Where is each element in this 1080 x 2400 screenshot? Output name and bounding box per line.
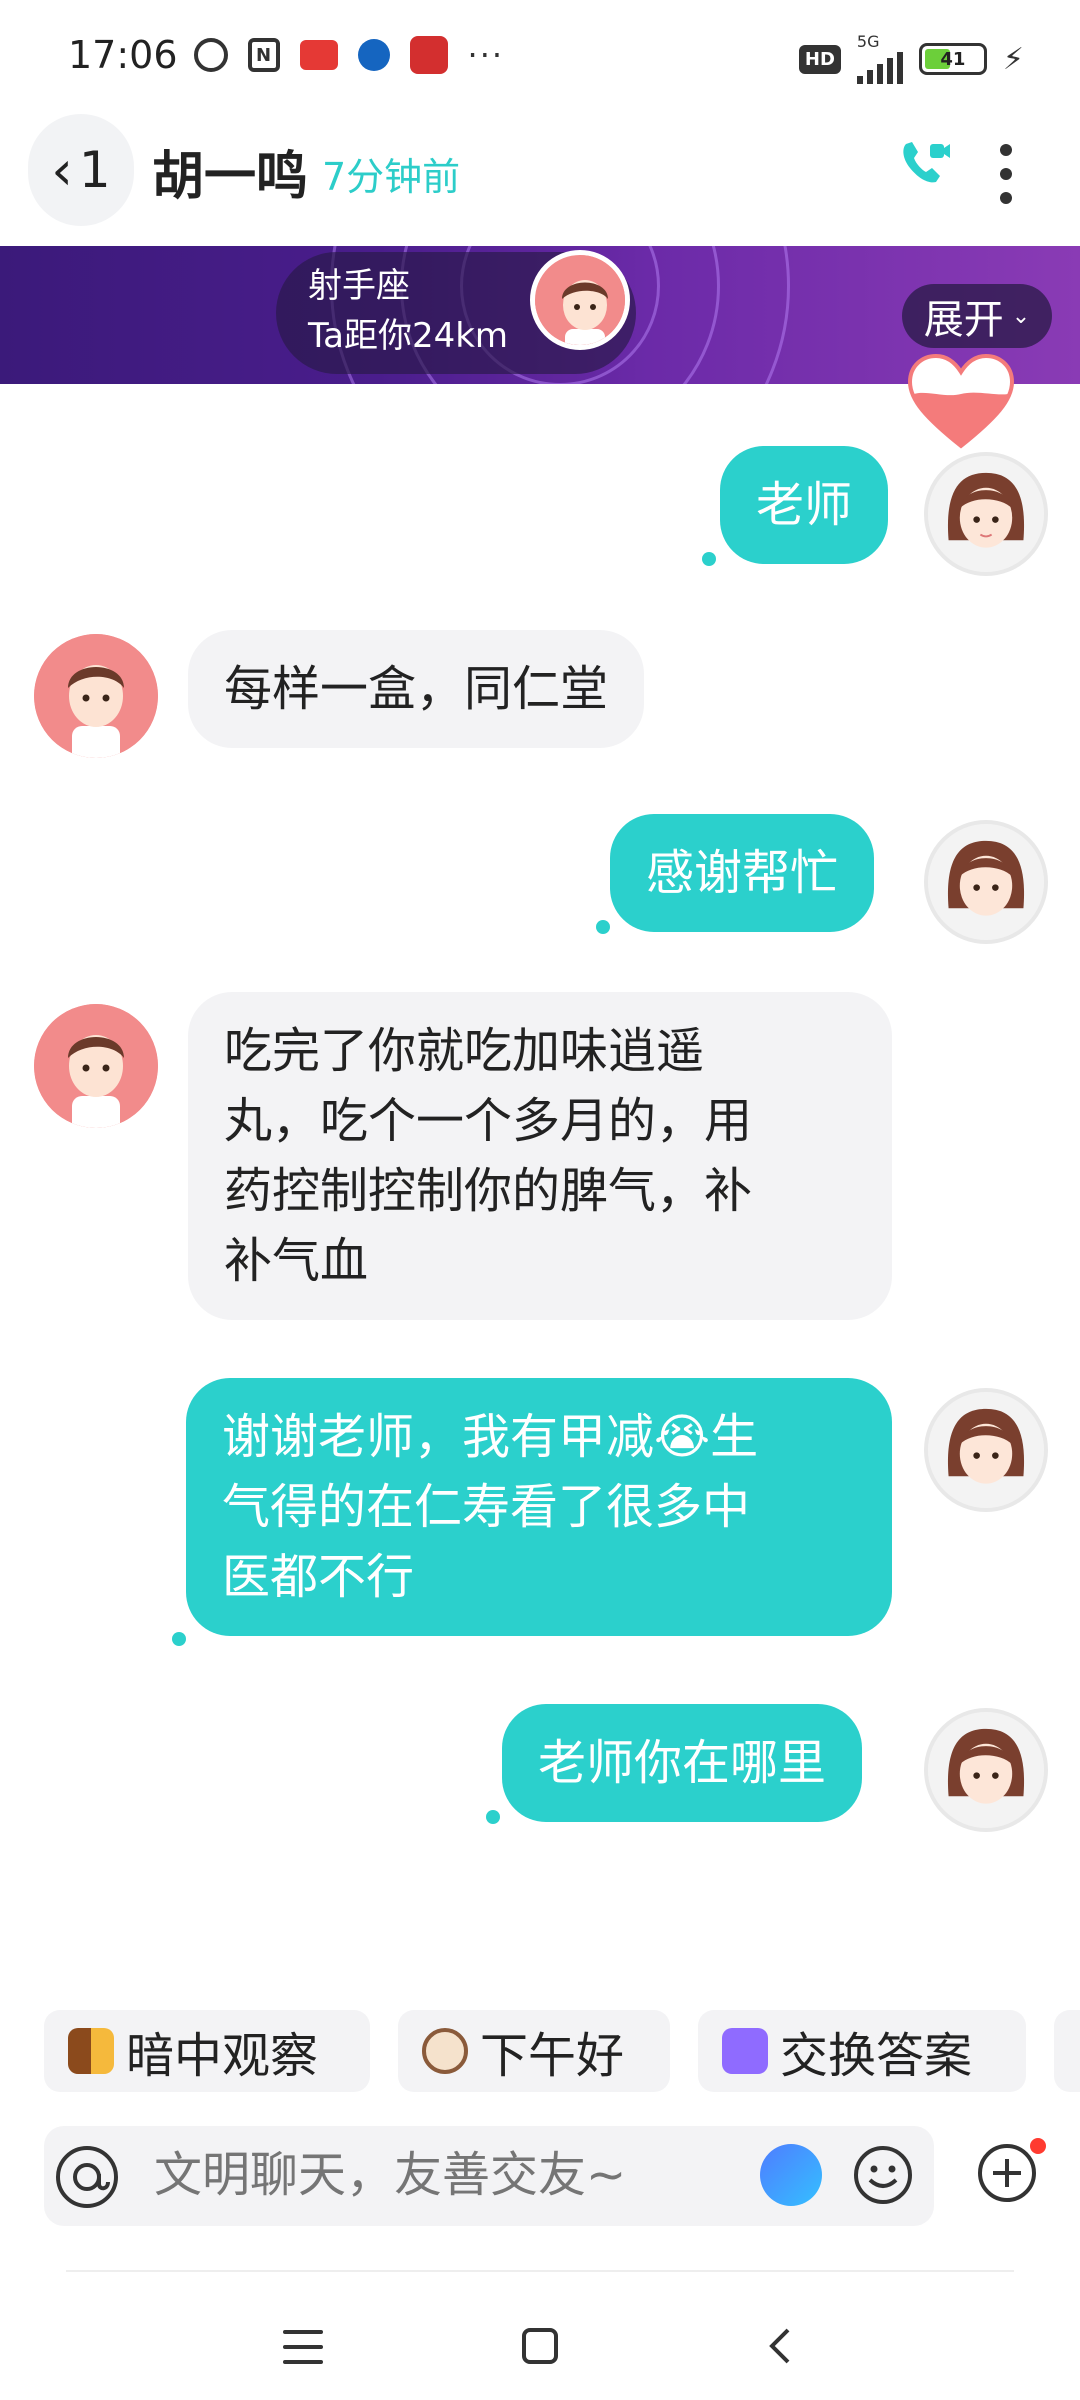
message-bubble-outgoing[interactable]: 谢谢老师，我有甲减😭生 气得的在仁寿看了很多中 医都不行 — [186, 1378, 892, 1636]
bubble-tail-dot — [596, 920, 610, 934]
message-input[interactable] — [154, 2142, 774, 2208]
zodiac-label: 射手座 — [308, 266, 410, 306]
last-seen-status: 7分钟前 — [322, 155, 461, 199]
bubble-tail-dot — [486, 1810, 500, 1824]
news-app-icon — [299, 40, 338, 70]
contact-avatar[interactable] — [34, 634, 158, 758]
message-line: 谢谢老师，我有甲减😭生 — [222, 1409, 759, 1465]
distance-label: Ta距你24km — [308, 316, 509, 356]
message-text: 每样一盒，同仁堂 — [224, 661, 609, 717]
message-text: 老师你在哪里 — [538, 1735, 827, 1791]
emoji-icon[interactable] — [852, 2144, 914, 2206]
coffee-cup-icon — [422, 2028, 468, 2074]
divider — [66, 2270, 1014, 2272]
expand-label: 展开 — [923, 297, 1004, 343]
recent-apps-icon[interactable] — [283, 2330, 323, 2364]
peeking-dog-icon — [68, 2028, 114, 2074]
message-line: 吃完了你就吃加味逍遥 — [224, 1023, 705, 1079]
my-avatar[interactable] — [924, 820, 1048, 944]
message-bubble-incoming[interactable]: 每样一盒，同仁堂 — [188, 630, 645, 748]
chevron-left-icon: ‹ — [51, 138, 73, 202]
alarm-icon — [193, 38, 228, 72]
back-button[interactable]: ‹ 1 — [28, 114, 134, 226]
mention-icon[interactable] — [54, 2144, 120, 2210]
message-line: 补气血 — [224, 1233, 369, 1289]
ai-assistant-icon[interactable] — [760, 2144, 822, 2206]
shopping-app-icon — [409, 36, 448, 74]
notification-dot — [1030, 2138, 1046, 2154]
quick-reply-label: 下午好 — [480, 2028, 625, 2084]
message-bubble-outgoing[interactable]: 感谢帮忙 — [610, 814, 875, 932]
back-nav-icon[interactable] — [760, 2324, 800, 2368]
quick-reply-row: 暗中观察 下午好 交换答案 — [0, 2010, 1080, 2092]
contact-avatar[interactable] — [530, 250, 630, 350]
my-avatar[interactable] — [924, 1388, 1048, 1512]
message-line: 医都不行 — [222, 1549, 415, 1605]
message-bubble-outgoing[interactable]: 老师 — [720, 446, 889, 564]
nfc-icon: N — [247, 38, 280, 72]
message-line: 丸，吃个一个多月的，用 — [224, 1093, 753, 1149]
message-line: 气得的在仁寿看了很多中 — [222, 1479, 751, 1535]
quick-reply-chip[interactable]: 下午好 — [398, 2010, 670, 2092]
battery-level: 41 — [940, 48, 966, 70]
message-input-bar — [44, 2126, 934, 2226]
more-dots-icon: ··· — [467, 36, 505, 74]
video-call-icon[interactable] — [896, 136, 952, 192]
system-nav-bar — [0, 2290, 1080, 2400]
add-attachment-icon[interactable] — [976, 2142, 1038, 2204]
message-bubble-outgoing[interactable]: 老师你在哪里 — [502, 1704, 863, 1822]
bubble-tail-dot — [172, 1632, 186, 1646]
exchange-icon — [722, 2028, 768, 2074]
signal-icon — [856, 50, 903, 84]
quick-reply-label: 交换答案 — [780, 2028, 973, 2084]
message-line: 药控制控制你的脾气，补 — [224, 1163, 753, 1219]
more-menu-icon[interactable] — [996, 144, 1016, 204]
my-avatar[interactable] — [924, 452, 1048, 576]
quick-reply-chip[interactable]: 交换答案 — [698, 2010, 1026, 2092]
heart-icon[interactable] — [906, 352, 1016, 452]
message-text: 老师 — [756, 477, 853, 533]
contact-name[interactable]: 胡一鸣 — [152, 134, 308, 209]
expand-button[interactable]: 展开 ⌄ — [902, 284, 1052, 348]
message-bubble-incoming[interactable]: 吃完了你就吃加味逍遥 丸，吃个一个多月的，用 药控制控制你的脾气，补 补气血 — [188, 992, 892, 1320]
status-bar: 17:06 N ··· HD 5G 41 ⚡ — [0, 0, 1080, 110]
battery-icon: 41 — [918, 43, 987, 75]
charging-icon: ⚡ — [1002, 41, 1024, 77]
home-icon[interactable] — [522, 2328, 558, 2364]
quick-reply-label: 暗中观察 — [126, 2028, 319, 2084]
my-avatar[interactable] — [924, 1708, 1048, 1832]
message-text: 感谢帮忙 — [646, 845, 839, 901]
unread-count: 1 — [78, 141, 111, 199]
chevron-down-icon: ⌄ — [1011, 303, 1031, 329]
contact-avatar[interactable] — [34, 1004, 158, 1128]
network-label: 5G — [856, 32, 880, 51]
quick-reply-chip-partial[interactable] — [1054, 2010, 1080, 2092]
bubble-tail-dot — [702, 552, 716, 566]
bank-app-icon — [357, 39, 390, 71]
quick-reply-chip[interactable]: 暗中观察 — [44, 2010, 370, 2092]
chat-header: ‹ 1 胡一鸣 7分钟前 — [0, 110, 1080, 240]
hd-badge: HD — [798, 44, 841, 74]
status-time: 17:06 — [68, 33, 178, 77]
